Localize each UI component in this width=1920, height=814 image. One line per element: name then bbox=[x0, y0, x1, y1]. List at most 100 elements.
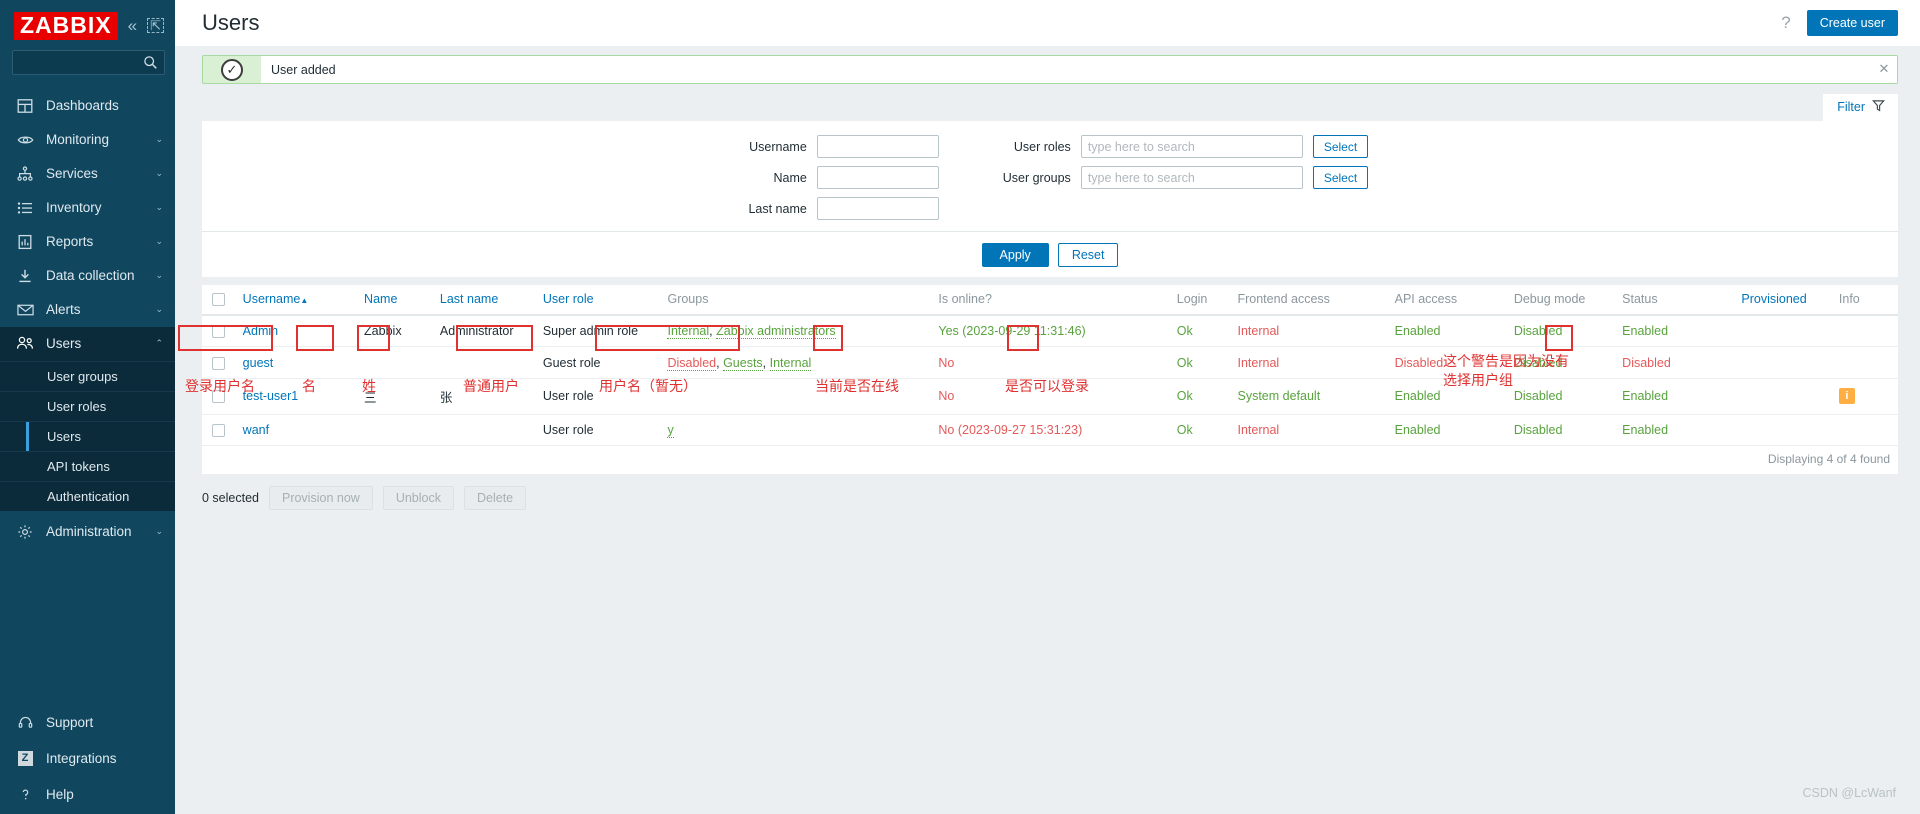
main-content: Users ? Create user ✓ User added ✕ Filte… bbox=[175, 0, 1920, 814]
tab-filter[interactable]: Filter bbox=[1823, 94, 1898, 121]
sidebar-item-authentication[interactable]: Authentication bbox=[0, 480, 175, 511]
collapse-sidebar-icon[interactable]: « bbox=[128, 17, 137, 34]
reset-button[interactable]: Reset bbox=[1057, 243, 1119, 267]
sidebar-item-label: Inventory bbox=[46, 200, 102, 216]
name-input[interactable] bbox=[816, 166, 939, 189]
sidebar-item-monitoring[interactable]: Monitoring ⌄ bbox=[0, 123, 175, 157]
sidebar-subitem-label: Authentication bbox=[47, 488, 130, 504]
status-badge[interactable]: Enabled bbox=[1622, 423, 1668, 437]
select-all-checkbox[interactable] bbox=[212, 293, 225, 307]
cell-groups: Disabled, Guests, Internal bbox=[661, 346, 933, 379]
lastname-input[interactable] bbox=[816, 197, 939, 220]
column-name[interactable]: Name bbox=[358, 285, 434, 317]
sidebar-item-label: Reports bbox=[46, 234, 94, 250]
cell-provisioned bbox=[1735, 346, 1833, 379]
sidebar-item-users-list[interactable]: Users bbox=[0, 420, 175, 451]
column-user-role[interactable]: User role bbox=[536, 285, 662, 317]
username-link[interactable]: guest bbox=[243, 356, 274, 370]
table-row: wanf User role y No (2023-09-27 15:31:23) Ok… bbox=[202, 414, 1898, 446]
selected-count: 0 selected bbox=[202, 490, 259, 505]
help-icon[interactable]: ? bbox=[1781, 13, 1790, 33]
api-access-value: Enabled bbox=[1394, 324, 1441, 339]
sidebar-item-reports[interactable]: Reports ⌄ bbox=[0, 225, 175, 259]
dashboard-icon bbox=[16, 97, 34, 115]
group-link[interactable]: Zabbix administrators bbox=[716, 324, 836, 340]
filter-fields: Username Name Last name User roles type … bbox=[202, 135, 1898, 220]
sidebar-item-label: Integrations bbox=[46, 750, 117, 766]
sidebar-item-api-tokens[interactable]: API tokens bbox=[0, 450, 175, 481]
sidebar-item-help[interactable]: Help bbox=[0, 776, 175, 812]
user-groups-input[interactable] bbox=[1080, 166, 1303, 189]
user-roles-select-button[interactable]: Select bbox=[1312, 135, 1369, 158]
table-footer-actions: 0 selected Provision now Unblock Delete bbox=[175, 474, 1920, 510]
create-user-button[interactable]: Create user bbox=[1806, 10, 1898, 36]
filter-panel: Username Name Last name User roles type … bbox=[202, 121, 1898, 277]
group-link[interactable]: Disabled bbox=[667, 355, 717, 371]
cell-user-role: Super admin role bbox=[536, 315, 662, 348]
row-checkbox[interactable] bbox=[212, 325, 225, 339]
chevron-down-icon: ⌄ bbox=[155, 236, 163, 247]
status-badge[interactable]: Disabled bbox=[1622, 356, 1671, 370]
filter-tabbar: Filter bbox=[202, 94, 1898, 121]
sidebar-item-dashboards[interactable]: Dashboards bbox=[0, 89, 175, 123]
filter-column-left: Username Name Last name bbox=[732, 135, 939, 220]
delete-button[interactable]: Delete bbox=[463, 485, 527, 510]
sidebar-item-user-groups[interactable]: User groups bbox=[0, 360, 175, 391]
column-debug-mode: Debug mode bbox=[1507, 285, 1617, 317]
column-lastname[interactable]: Last name bbox=[433, 285, 537, 317]
cell-groups: Internal, Zabbix administrators bbox=[661, 315, 933, 348]
row-checkbox[interactable] bbox=[212, 356, 225, 370]
debug-mode-value: Disabled bbox=[1513, 324, 1563, 339]
provision-now-button[interactable]: Provision now bbox=[268, 485, 373, 510]
column-status: Status bbox=[1616, 285, 1736, 317]
cell-provisioned bbox=[1735, 378, 1833, 415]
cell-lastname bbox=[433, 414, 537, 446]
group-link[interactable]: Internal bbox=[769, 355, 812, 371]
username-input[interactable] bbox=[816, 135, 939, 158]
sidebar-bottom: Support Z Integrations Help bbox=[0, 704, 175, 814]
sidebar-item-integrations[interactable]: Z Integrations bbox=[0, 740, 175, 776]
group-link[interactable]: Internal bbox=[667, 324, 710, 340]
column-groups: Groups bbox=[661, 285, 933, 317]
username-link[interactable]: wanf bbox=[243, 423, 269, 437]
user-groups-select-button[interactable]: Select bbox=[1312, 166, 1369, 189]
username-link[interactable]: Admin bbox=[243, 324, 278, 338]
frontend-access-value: Internal bbox=[1237, 355, 1280, 370]
watermark: CSDN @LcWanf bbox=[1802, 786, 1897, 800]
sidebar-item-user-roles[interactable]: User roles bbox=[0, 390, 175, 421]
status-badge[interactable]: Enabled bbox=[1622, 324, 1668, 338]
login-status: Ok bbox=[1176, 422, 1193, 437]
sidebar-item-users[interactable]: Users ⌃ bbox=[0, 326, 175, 361]
sidebar-item-alerts[interactable]: Alerts ⌄ bbox=[0, 293, 175, 327]
apply-button[interactable]: Apply bbox=[981, 243, 1049, 267]
status-badge[interactable]: Enabled bbox=[1622, 389, 1668, 403]
sidebar: ZABBIX « ⇱ Dashboards Monitoring ⌄ Servi… bbox=[0, 0, 175, 814]
sidebar-item-inventory[interactable]: Inventory ⌄ bbox=[0, 191, 175, 225]
search-icon[interactable] bbox=[143, 55, 158, 75]
table-row: Admin Zabbix Administrator Super admin role… bbox=[202, 315, 1898, 348]
column-label: Username bbox=[242, 292, 301, 307]
sidebar-item-administration[interactable]: Administration ⌄ bbox=[0, 515, 175, 549]
cell-provisioned bbox=[1735, 315, 1833, 348]
unblock-button[interactable]: Unblock bbox=[382, 485, 454, 510]
group-link[interactable]: Guests bbox=[723, 355, 763, 371]
sidebar-item-data-collection[interactable]: Data collection ⌄ bbox=[0, 259, 175, 293]
name-label: Name bbox=[773, 170, 807, 185]
column-provisioned[interactable]: Provisioned bbox=[1735, 285, 1833, 317]
user-roles-input[interactable] bbox=[1080, 135, 1303, 158]
login-status: Ok bbox=[1176, 324, 1193, 339]
search-input[interactable] bbox=[13, 50, 164, 74]
column-username[interactable]: Username▲ bbox=[236, 285, 359, 317]
info-icon[interactable]: i bbox=[1838, 388, 1855, 405]
sidebar-item-label: Services bbox=[46, 166, 98, 182]
cell-info bbox=[1832, 315, 1898, 348]
column-login: Login bbox=[1170, 285, 1232, 317]
sidebar-item-label: Help bbox=[46, 786, 74, 802]
sidebar-item-services[interactable]: Services ⌄ bbox=[0, 157, 175, 191]
expand-sidebar-icon[interactable]: ⇱ bbox=[147, 18, 164, 34]
row-checkbox[interactable] bbox=[212, 423, 225, 437]
close-icon[interactable]: ✕ bbox=[1871, 56, 1897, 83]
group-link[interactable]: y bbox=[667, 422, 674, 438]
cell-info: i bbox=[1832, 378, 1898, 415]
sidebar-item-support[interactable]: Support bbox=[0, 704, 175, 740]
